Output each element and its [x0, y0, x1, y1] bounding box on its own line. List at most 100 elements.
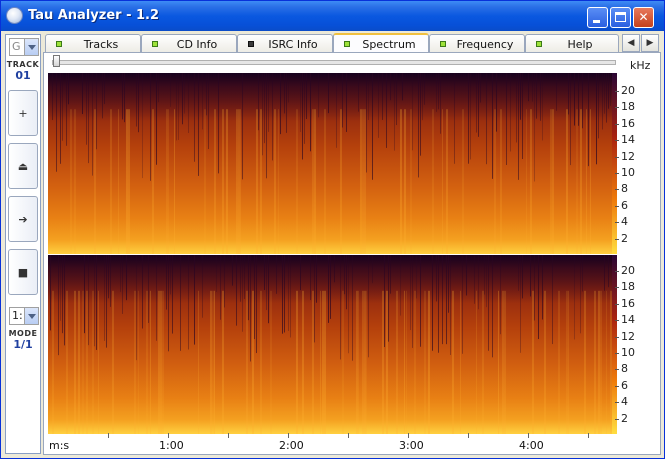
minimize-button[interactable] [587, 7, 608, 28]
spectrogram-streak [448, 255, 449, 313]
spectrogram-streak [424, 73, 425, 105]
stop-button[interactable]: ■ [8, 249, 38, 295]
spectrogram-streak [288, 73, 289, 103]
spectrogram-streak [152, 109, 154, 254]
spectrogram-streak [596, 73, 597, 165]
close-button[interactable]: ✕ [633, 7, 654, 28]
spectrogram-streak [242, 73, 243, 180]
chevron-down-icon[interactable] [24, 308, 38, 324]
y-tick: 16 [615, 297, 655, 310]
tab-scroll-left-button[interactable]: ◀ [622, 34, 640, 52]
spectrogram-streaks [52, 73, 613, 254]
x-tick-mark [588, 433, 589, 438]
title-bar[interactable]: Tau Analyzer - 1.2 ✕ [1, 1, 664, 31]
spectrogram-streak [504, 290, 506, 434]
spectrogram-streak [290, 255, 291, 338]
spectrogram-streak [318, 73, 319, 118]
position-slider[interactable] [52, 60, 616, 65]
spectrogram-streak [436, 255, 437, 302]
tab-spectrum[interactable]: Spectrum [333, 33, 429, 53]
chevron-down-icon[interactable] [24, 39, 38, 55]
spectrogram-streak [88, 73, 89, 164]
spectrogram-streak [324, 109, 326, 254]
spectrogram-streak [552, 109, 554, 254]
spectrogram-streak [240, 109, 241, 254]
spectrogram-streak [156, 73, 157, 165]
spectrogram-streak [334, 255, 335, 283]
spectrogram-streak [150, 73, 151, 181]
spectrogram-streak [198, 290, 199, 434]
spectrogram-streak [594, 290, 596, 434]
spectrogram-streak [166, 255, 167, 310]
spectrogram-streak [388, 255, 389, 342]
tab-tracks[interactable]: Tracks [45, 34, 141, 53]
spectrogram-channel-2 [48, 255, 613, 434]
spectrogram-streak [550, 109, 552, 254]
spectrogram-streak [62, 73, 63, 141]
y-tick: 14 [615, 313, 655, 326]
tab-label: Spectrum [362, 38, 416, 51]
spectrogram-streak [122, 255, 123, 314]
spectrogram-streak [446, 109, 448, 254]
spectrogram-streak [340, 109, 342, 254]
spectrogram-streak [110, 255, 111, 307]
spectrogram-streak [516, 73, 517, 143]
y-tick: 20 [615, 264, 655, 277]
tab-scroll-right-button[interactable]: ▶ [641, 34, 659, 52]
spectrogram-streak [366, 73, 367, 173]
play-button[interactable]: ➔ [8, 196, 38, 242]
x-tick-label: 4:00 [519, 439, 544, 452]
spectrogram-streak [98, 290, 99, 434]
spectrogram-streak [222, 109, 224, 254]
spectrogram-streak [440, 73, 441, 134]
spectrogram-streak [358, 290, 359, 434]
y-tick: 8 [615, 362, 655, 375]
spectrogram-streak [348, 255, 349, 354]
tab-cd-info[interactable]: CD Info [141, 34, 237, 53]
spectrogram-streak [574, 73, 575, 126]
spectrogram-streak [506, 73, 507, 165]
spectrogram-streak [410, 255, 411, 331]
x-tick-mark [408, 433, 409, 438]
spectrogram-streak [312, 290, 314, 434]
spectrogram-streaks [50, 255, 613, 434]
spectrogram-streak [450, 255, 451, 355]
spectrogram-streak [462, 109, 464, 254]
spectrogram-streak [364, 109, 366, 254]
maximize-button[interactable] [610, 7, 631, 28]
spectrogram-streak [82, 73, 83, 115]
spectrogram-streak [166, 109, 168, 254]
mode-select[interactable]: 1: [9, 307, 39, 325]
spectrogram-streak [158, 73, 159, 103]
spectrogram-streak [296, 109, 298, 254]
spectrogram-streak [420, 73, 421, 156]
tab-isrc-info[interactable]: ISRC Info [237, 34, 333, 53]
generation-select[interactable]: G [9, 38, 39, 56]
spectrogram-streak [86, 290, 88, 434]
add-button[interactable]: + [8, 90, 38, 136]
slider-thumb[interactable] [53, 55, 60, 67]
spectrogram-streak [236, 109, 238, 254]
spectrogram-streak [576, 109, 578, 254]
eject-button[interactable]: ⏏ [8, 143, 38, 189]
spectrogram-streak [344, 255, 345, 295]
spectrogram-streak [540, 73, 541, 121]
spectrogram-streak [86, 73, 87, 145]
tab-help[interactable]: Help [525, 34, 619, 53]
spectrogram-streak [418, 73, 419, 178]
spectrogram-streak [526, 109, 527, 254]
spectrogram-streak [400, 255, 401, 316]
spectrogram-streak [136, 73, 137, 127]
spectrogram-streak [386, 73, 387, 148]
spectrogram-streak [544, 290, 546, 434]
spectrogram-streak [532, 73, 533, 102]
spectrogram-streak [208, 73, 209, 150]
spectrogram-streak [322, 290, 324, 434]
spectrogram-streak [492, 73, 493, 179]
spectrogram-streak [214, 290, 215, 434]
close-icon: ✕ [638, 10, 649, 24]
spectrogram-streak [82, 290, 84, 434]
spectrogram-streak [202, 255, 203, 318]
spectrogram-streak [582, 73, 583, 129]
tab-frequency[interactable]: Frequency [429, 34, 525, 53]
